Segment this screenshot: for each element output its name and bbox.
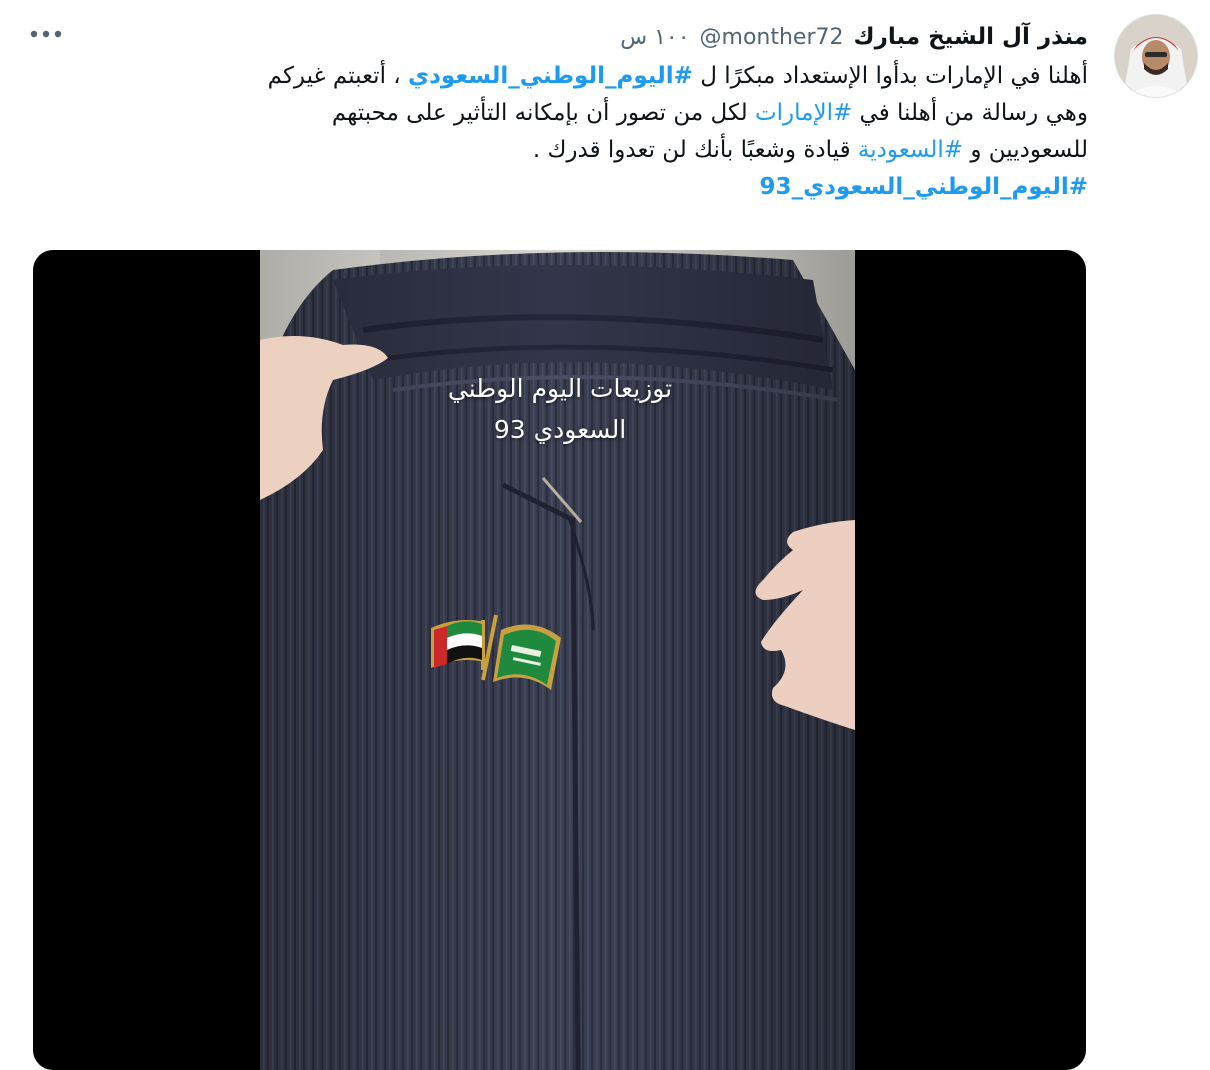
tweet-timestamp[interactable]: ١٠٠ س: [620, 25, 689, 50]
hashtag-link[interactable]: #اليوم_الوطني_السعودي: [408, 63, 693, 89]
video-caption-line-2: السعودي 93: [493, 415, 627, 444]
hashtag-link[interactable]: #الإمارات: [755, 100, 852, 126]
author-avatar[interactable]: [1114, 14, 1198, 98]
tweet-video[interactable]: توزيعات اليوم الوطني السعودي 93: [33, 250, 1086, 1070]
more-horizontal-icon: [30, 30, 62, 38]
text-segment: أهلنا في الإمارات بدأوا الإستعداد مبكرًا…: [692, 63, 1088, 89]
text-segment: للسعوديين و: [963, 137, 1088, 163]
text-segment: لكل من تصور أن بإمكانه التأثير على محبته…: [331, 100, 755, 126]
text-segment: وهي رسالة من أهلنا في: [852, 100, 1088, 126]
author-display-name[interactable]: منذر آل الشيخ مبارك: [854, 24, 1089, 50]
hashtag-link[interactable]: #السعودية: [858, 137, 963, 163]
tweet-line-4: #اليوم_الوطني_السعودي_93: [13, 169, 1088, 206]
tweet-line-1: أهلنا في الإمارات بدأوا الإستعداد مبكرًا…: [13, 58, 1088, 95]
tweet-card: منذر آل الشيخ مبارك @monther72 ١٠٠ س أهل…: [0, 0, 1210, 1070]
text-segment: قيادة وشعبًا بأنك لن تعدوا قدرك .: [532, 137, 858, 163]
avatar-image: [1115, 15, 1197, 97]
author-handle[interactable]: @monther72: [700, 25, 844, 50]
text-segment: ، أتعبتم غيركم: [267, 63, 409, 89]
more-options-button[interactable]: [24, 22, 68, 46]
tweet-line-3: للسعوديين و #السعودية قيادة وشعبًا بأنك …: [13, 132, 1088, 169]
video-caption: توزيعات اليوم الوطني السعودي 93: [260, 368, 860, 450]
hashtag-link[interactable]: #اليوم_الوطني_السعودي_93: [760, 174, 1088, 200]
tweet-header: منذر آل الشيخ مبارك @monther72 ١٠٠ س: [620, 20, 1088, 54]
video-caption-line-1: توزيعات اليوم الوطني: [447, 374, 673, 403]
tweet-text: أهلنا في الإمارات بدأوا الإستعداد مبكرًا…: [13, 58, 1088, 206]
tweet-line-2: وهي رسالة من أهلنا في #الإمارات لكل من ت…: [13, 95, 1088, 132]
